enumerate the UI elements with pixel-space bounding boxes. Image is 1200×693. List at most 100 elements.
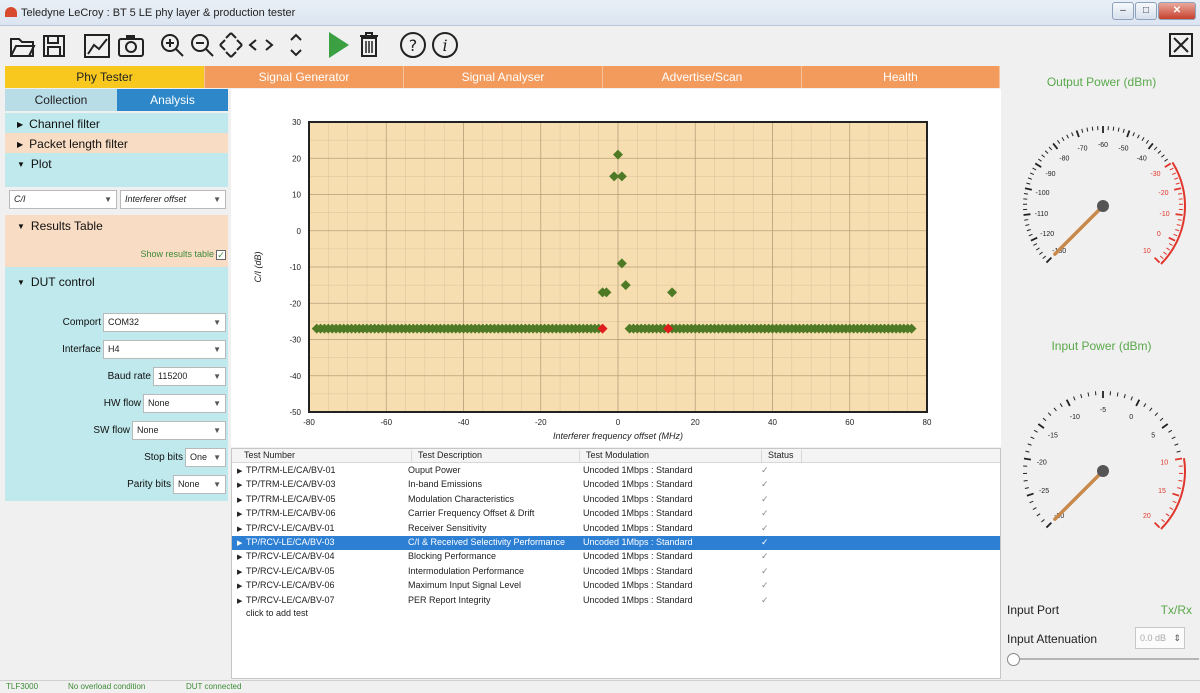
close-app-icon[interactable] xyxy=(1168,29,1194,61)
x-tick-label: 80 xyxy=(923,418,932,427)
x-tick-label: -40 xyxy=(458,418,470,427)
table-cell: C/I & Received Selectivity Performance xyxy=(408,537,566,547)
scroll-left-icon[interactable] xyxy=(246,29,260,61)
x-axis-label: Interferer frequency offset (MHz) xyxy=(553,431,683,441)
table-row[interactable]: ▶ TP/RCV-LE/CA/BV-06 Maximum Input Signal … xyxy=(232,579,1000,593)
subtab-analysis[interactable]: Analysis xyxy=(117,89,228,111)
column-header[interactable]: Test Description xyxy=(416,450,580,462)
x-tick-label: 60 xyxy=(845,418,854,427)
column-header[interactable]: Test Modulation xyxy=(584,450,762,462)
table-row[interactable]: ▶ TP/RCV-LE/CA/BV-04 Blocking Performance U… xyxy=(232,550,1000,564)
table-row[interactable]: ▶ TP/TRM-LE/CA/BV-06 Carrier Frequency Off… xyxy=(232,507,1000,521)
gauge-tick xyxy=(1037,423,1045,429)
gauge-tick xyxy=(1027,177,1033,180)
table-cell: Uncoded 1Mbps : Standard xyxy=(583,493,693,504)
ci-scatter-chart[interactable]: -80 -60 -40 -20 0 20 40 60 80 30 20 10 0 -10 -20 -30 -40… xyxy=(231,89,1001,447)
gauge-label: 10 xyxy=(1143,248,1151,255)
plot-y-select[interactable]: C/I ▼ xyxy=(9,190,117,209)
info-icon[interactable]: i xyxy=(430,29,460,61)
tab-phy-tester[interactable]: Phy Tester xyxy=(5,66,205,88)
save-icon[interactable] xyxy=(40,29,68,61)
zoom-in-icon[interactable] xyxy=(158,29,186,61)
packet-length-filter-section[interactable]: ▶ Packet length filter xyxy=(5,133,228,153)
table-row[interactable]: ▶ TP/RCV-LE/CA/BV-03 C/I & Received Select… xyxy=(232,536,1000,550)
minimize-button[interactable]: – xyxy=(1112,2,1134,20)
expand-row-icon[interactable]: ▶ xyxy=(237,481,242,489)
close-window-button[interactable]: ✕ xyxy=(1158,2,1196,20)
gauge-tick xyxy=(1117,127,1120,132)
gauge-label: -10 xyxy=(1160,211,1170,218)
status-check-icon: ✓ xyxy=(761,537,769,547)
gauge-tick xyxy=(1029,172,1035,176)
expand-row-icon[interactable]: ▶ xyxy=(237,597,242,605)
expand-row-icon[interactable]: ▶ xyxy=(237,553,242,561)
tab-health[interactable]: Health xyxy=(802,66,1000,88)
maximize-button[interactable]: □ xyxy=(1135,2,1157,20)
tab-signal-analyser[interactable]: Signal Analyser xyxy=(404,66,603,88)
table-row[interactable]: ▶ TP/RCV-LE/CA/BV-07 PER Report Integrity U… xyxy=(232,594,1000,608)
table-row[interactable]: ▶ TP/TRM-LE/CA/BV-01 Ouput Power Uncoded 1M… xyxy=(232,464,1000,478)
camera-icon[interactable] xyxy=(116,29,146,61)
channel-filter-section[interactable]: ▶ Channel filter xyxy=(5,113,228,133)
run-icon[interactable] xyxy=(324,29,352,61)
interface-select[interactable]: H4 ▼ xyxy=(103,340,226,359)
collapse-icon[interactable]: ▼ xyxy=(17,160,25,169)
chart-icon[interactable] xyxy=(82,29,112,61)
gauge-tick xyxy=(1037,158,1042,162)
scroll-right-icon[interactable] xyxy=(262,29,276,61)
table-row[interactable]: ▶ TP/RCV-LE/CA/BV-05 Intermodulation Perfo… xyxy=(232,565,1000,579)
table-cell: Uncoded 1Mbps : Standard xyxy=(583,508,693,519)
zoom-out-icon[interactable] xyxy=(188,29,216,61)
subtab-collection[interactable]: Collection xyxy=(5,89,117,111)
attenuation-slider-track[interactable] xyxy=(1011,658,1199,660)
input-attenuation-spinbox[interactable]: 0.0 dB ⇕ xyxy=(1135,627,1185,649)
tab-signal-generator[interactable]: Signal Generator xyxy=(205,66,404,88)
expand-row-icon[interactable]: ▶ xyxy=(237,510,242,518)
expand-row-icon[interactable]: ▶ xyxy=(237,525,242,533)
parity-bits-select[interactable]: None ▼ xyxy=(173,475,226,494)
table-cell: Uncoded 1Mbps : Standard xyxy=(583,580,693,591)
hw-flow-select[interactable]: None ▼ xyxy=(143,394,226,413)
gauge-tick xyxy=(1176,224,1181,227)
sw-flow-select[interactable]: None ▼ xyxy=(132,421,226,440)
expand-row-icon[interactable]: ▶ xyxy=(237,539,242,547)
baud-rate-select[interactable]: 115200 ▼ xyxy=(153,367,226,386)
x-tick-label: -20 xyxy=(535,418,547,427)
attenuation-slider-handle[interactable] xyxy=(1007,653,1020,666)
expand-row-icon[interactable]: ▶ xyxy=(237,582,242,590)
show-results-toggle[interactable]: Show results table ✓ xyxy=(140,249,226,260)
gauge-tick xyxy=(1173,233,1178,237)
comport-select[interactable]: COM32 ▼ xyxy=(103,313,226,332)
collapse-icon[interactable]: ▼ xyxy=(17,278,25,287)
input-port-value: Tx/Rx xyxy=(1160,603,1192,617)
gauge-label: -10 xyxy=(1070,414,1080,421)
tab-advertise-scan[interactable]: Advertise/Scan xyxy=(603,66,802,88)
expand-row-icon[interactable]: ▶ xyxy=(237,496,242,504)
scroll-updown-icon[interactable] xyxy=(286,29,306,61)
gauge-tick xyxy=(1173,187,1182,191)
table-row[interactable]: ▶ TP/TRM-LE/CA/BV-03 In-band Emissions Unco… xyxy=(232,478,1000,492)
plot-x-select[interactable]: Interferer offset ▼ xyxy=(120,190,226,209)
status-check-icon: ✓ xyxy=(761,522,769,533)
packet-filter-label: Packet length filter xyxy=(29,137,128,151)
collapse-icon[interactable]: ▼ xyxy=(17,222,25,231)
expand-icon: ▶ xyxy=(17,120,24,129)
pan-icon[interactable] xyxy=(218,29,244,61)
column-header[interactable]: Test Number xyxy=(242,450,412,462)
table-row[interactable]: ▶ TP/TRM-LE/CA/BV-05 Modulation Characteri… xyxy=(232,493,1000,507)
show-results-checkbox[interactable]: ✓ xyxy=(216,249,226,260)
table-cell: TP/RCV-LE/CA/BV-01 xyxy=(246,522,335,533)
delete-icon[interactable] xyxy=(356,29,382,61)
expand-row-icon[interactable]: ▶ xyxy=(237,467,242,475)
gauge-tick xyxy=(1172,492,1180,497)
gauge-tick xyxy=(1091,126,1094,131)
table-row[interactable]: ▶ TP/RCV-LE/CA/BV-01 Receiver Sensitivity U… xyxy=(232,522,1000,536)
plot-label: Plot xyxy=(30,157,52,171)
add-test-row[interactable]: click to add test xyxy=(232,607,1000,621)
column-header[interactable]: Status xyxy=(766,450,802,462)
help-icon[interactable]: ? xyxy=(398,29,428,61)
expand-row-icon[interactable]: ▶ xyxy=(237,568,242,576)
open-folder-icon[interactable] xyxy=(8,29,36,61)
stop-bits-select[interactable]: One ▼ xyxy=(185,448,226,467)
status-check-icon: ✓ xyxy=(761,479,769,490)
